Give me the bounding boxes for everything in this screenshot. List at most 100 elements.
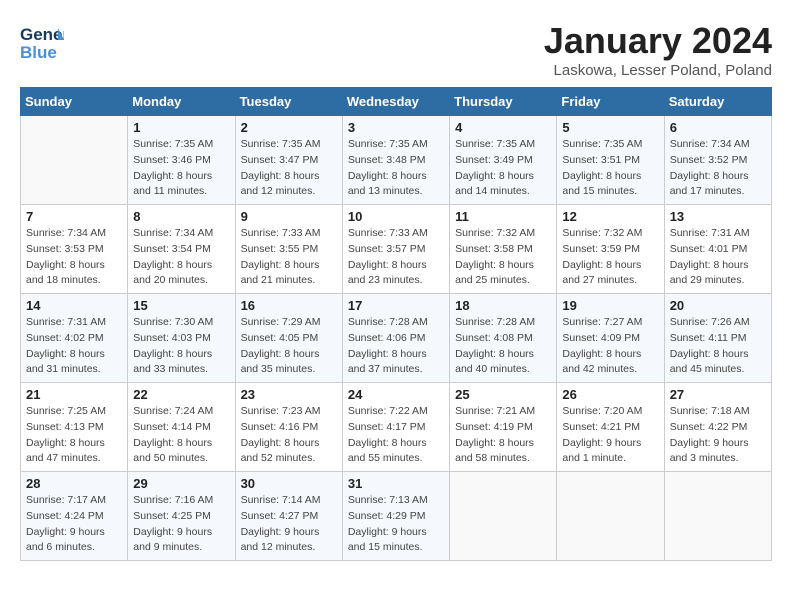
calendar-cell: 2Sunrise: 7:35 AMSunset: 3:47 PMDaylight… <box>235 116 342 205</box>
day-number: 8 <box>133 209 229 224</box>
calendar-week-row: 28 Sunrise: 7:17 AMSunset: 4:24 PMDayligh… <box>21 472 772 561</box>
day-info: Sunrise: 7:34 AMSunset: 3:53 PMDaylight:… <box>26 226 122 289</box>
day-info: Sunrise: 7:29 AMSunset: 4:05 PMDaylight:… <box>241 315 337 378</box>
calendar-cell: 7 Sunrise: 7:34 AMSunset: 3:53 PMDaylight… <box>21 205 128 294</box>
day-info: Sunrise: 7:21 AMSunset: 4:19 PMDaylight:… <box>455 404 551 467</box>
day-info: Sunrise: 7:32 AMSunset: 3:59 PMDaylight:… <box>562 226 658 289</box>
weekday-header-row: SundayMondayTuesdayWednesdayThursdayFrid… <box>21 88 772 116</box>
calendar-cell: 12Sunrise: 7:32 AMSunset: 3:59 PMDayligh… <box>557 205 664 294</box>
day-number: 7 <box>26 209 122 224</box>
day-info: Sunrise: 7:23 AMSunset: 4:16 PMDaylight:… <box>241 404 337 467</box>
month-title: January 2024 <box>544 20 772 62</box>
day-info: Sunrise: 7:25 AMSunset: 4:13 PMDaylight:… <box>26 404 122 467</box>
day-info: Sunrise: 7:34 AMSunset: 3:52 PMDaylight:… <box>670 137 766 200</box>
svg-text:Blue: Blue <box>20 43 57 62</box>
logo: General Blue <box>20 20 64 64</box>
calendar-cell: 25 Sunrise: 7:21 AMSunset: 4:19 PMDayligh… <box>450 383 557 472</box>
calendar-cell: 9 Sunrise: 7:33 AMSunset: 3:55 PMDaylight… <box>235 205 342 294</box>
calendar-cell: 3 Sunrise: 7:35 AMSunset: 3:48 PMDaylight… <box>342 116 449 205</box>
logo-icon: General Blue <box>20 20 64 64</box>
calendar-cell: 1Sunrise: 7:35 AMSunset: 3:46 PMDaylight… <box>128 116 235 205</box>
day-number: 9 <box>241 209 337 224</box>
day-info: Sunrise: 7:14 AMSunset: 4:27 PMDaylight:… <box>241 493 337 556</box>
day-info: Sunrise: 7:35 AMSunset: 3:51 PMDaylight:… <box>562 137 658 200</box>
day-number: 20 <box>670 298 766 313</box>
day-info: Sunrise: 7:17 AMSunset: 4:24 PMDaylight:… <box>26 493 122 556</box>
day-number: 5 <box>562 120 658 135</box>
weekday-header-sunday: Sunday <box>21 88 128 116</box>
day-info: Sunrise: 7:28 AMSunset: 4:06 PMDaylight:… <box>348 315 444 378</box>
calendar-cell: 27 Sunrise: 7:18 AMSunset: 4:22 PMDayligh… <box>664 383 771 472</box>
calendar-cell: 18Sunrise: 7:28 AMSunset: 4:08 PMDayligh… <box>450 294 557 383</box>
calendar-week-row: 1Sunrise: 7:35 AMSunset: 3:46 PMDaylight… <box>21 116 772 205</box>
weekday-header-monday: Monday <box>128 88 235 116</box>
day-info: Sunrise: 7:31 AMSunset: 4:02 PMDaylight:… <box>26 315 122 378</box>
day-info: Sunrise: 7:18 AMSunset: 4:22 PMDaylight:… <box>670 404 766 467</box>
day-number: 30 <box>241 476 337 491</box>
day-number: 24 <box>348 387 444 402</box>
day-number: 23 <box>241 387 337 402</box>
day-info: Sunrise: 7:34 AMSunset: 3:54 PMDaylight:… <box>133 226 229 289</box>
day-number: 28 <box>26 476 122 491</box>
calendar-cell: 16Sunrise: 7:29 AMSunset: 4:05 PMDayligh… <box>235 294 342 383</box>
day-number: 6 <box>670 120 766 135</box>
calendar-cell: 13 Sunrise: 7:31 AMSunset: 4:01 PMDayligh… <box>664 205 771 294</box>
calendar-week-row: 14 Sunrise: 7:31 AMSunset: 4:02 PMDayligh… <box>21 294 772 383</box>
day-info: Sunrise: 7:16 AMSunset: 4:25 PMDaylight:… <box>133 493 229 556</box>
day-number: 11 <box>455 209 551 224</box>
location: Laskowa, Lesser Poland, Poland <box>544 62 772 79</box>
calendar-cell: 26 Sunrise: 7:20 AMSunset: 4:21 PMDayligh… <box>557 383 664 472</box>
day-number: 19 <box>562 298 658 313</box>
day-number: 15 <box>133 298 229 313</box>
day-number: 31 <box>348 476 444 491</box>
weekday-header-saturday: Saturday <box>664 88 771 116</box>
day-info: Sunrise: 7:20 AMSunset: 4:21 PMDaylight:… <box>562 404 658 467</box>
calendar-cell: 22 Sunrise: 7:24 AMSunset: 4:14 PMDayligh… <box>128 383 235 472</box>
calendar-cell: 31 Sunrise: 7:13 AMSunset: 4:29 PMDayligh… <box>342 472 449 561</box>
day-info: Sunrise: 7:26 AMSunset: 4:11 PMDaylight:… <box>670 315 766 378</box>
day-number: 27 <box>670 387 766 402</box>
calendar-cell: 20 Sunrise: 7:26 AMSunset: 4:11 PMDayligh… <box>664 294 771 383</box>
day-number: 17 <box>348 298 444 313</box>
calendar-cell: 15 Sunrise: 7:30 AMSunset: 4:03 PMDayligh… <box>128 294 235 383</box>
day-info: Sunrise: 7:35 AMSunset: 3:48 PMDaylight:… <box>348 137 444 200</box>
day-number: 26 <box>562 387 658 402</box>
calendar-cell: 11 Sunrise: 7:32 AMSunset: 3:58 PMDayligh… <box>450 205 557 294</box>
day-number: 21 <box>26 387 122 402</box>
calendar-cell: 8 Sunrise: 7:34 AMSunset: 3:54 PMDaylight… <box>128 205 235 294</box>
day-number: 4 <box>455 120 551 135</box>
day-number: 13 <box>670 209 766 224</box>
calendar-week-row: 21 Sunrise: 7:25 AMSunset: 4:13 PMDayligh… <box>21 383 772 472</box>
day-info: Sunrise: 7:22 AMSunset: 4:17 PMDaylight:… <box>348 404 444 467</box>
page-header: General Blue January 2024 Laskowa, Lesse… <box>20 20 772 79</box>
day-info: Sunrise: 7:35 AMSunset: 3:47 PMDaylight:… <box>241 137 337 200</box>
calendar-cell: 19Sunrise: 7:27 AMSunset: 4:09 PMDayligh… <box>557 294 664 383</box>
day-info: Sunrise: 7:32 AMSunset: 3:58 PMDaylight:… <box>455 226 551 289</box>
calendar-cell: 17 Sunrise: 7:28 AMSunset: 4:06 PMDayligh… <box>342 294 449 383</box>
calendar-cell: 4Sunrise: 7:35 AMSunset: 3:49 PMDaylight… <box>450 116 557 205</box>
calendar-cell <box>450 472 557 561</box>
day-info: Sunrise: 7:24 AMSunset: 4:14 PMDaylight:… <box>133 404 229 467</box>
calendar-table: SundayMondayTuesdayWednesdayThursdayFrid… <box>20 87 772 561</box>
calendar-cell: 21 Sunrise: 7:25 AMSunset: 4:13 PMDayligh… <box>21 383 128 472</box>
weekday-header-friday: Friday <box>557 88 664 116</box>
calendar-cell <box>557 472 664 561</box>
day-number: 22 <box>133 387 229 402</box>
day-info: Sunrise: 7:13 AMSunset: 4:29 PMDaylight:… <box>348 493 444 556</box>
day-info: Sunrise: 7:31 AMSunset: 4:01 PMDaylight:… <box>670 226 766 289</box>
calendar-cell <box>21 116 128 205</box>
calendar-cell: 30 Sunrise: 7:14 AMSunset: 4:27 PMDayligh… <box>235 472 342 561</box>
day-number: 3 <box>348 120 444 135</box>
weekday-header-wednesday: Wednesday <box>342 88 449 116</box>
calendar-cell: 28 Sunrise: 7:17 AMSunset: 4:24 PMDayligh… <box>21 472 128 561</box>
day-number: 29 <box>133 476 229 491</box>
day-number: 25 <box>455 387 551 402</box>
day-info: Sunrise: 7:30 AMSunset: 4:03 PMDaylight:… <box>133 315 229 378</box>
day-number: 14 <box>26 298 122 313</box>
day-number: 18 <box>455 298 551 313</box>
day-info: Sunrise: 7:33 AMSunset: 3:55 PMDaylight:… <box>241 226 337 289</box>
svg-text:General: General <box>20 25 64 44</box>
day-number: 10 <box>348 209 444 224</box>
weekday-header-thursday: Thursday <box>450 88 557 116</box>
calendar-week-row: 7 Sunrise: 7:34 AMSunset: 3:53 PMDaylight… <box>21 205 772 294</box>
